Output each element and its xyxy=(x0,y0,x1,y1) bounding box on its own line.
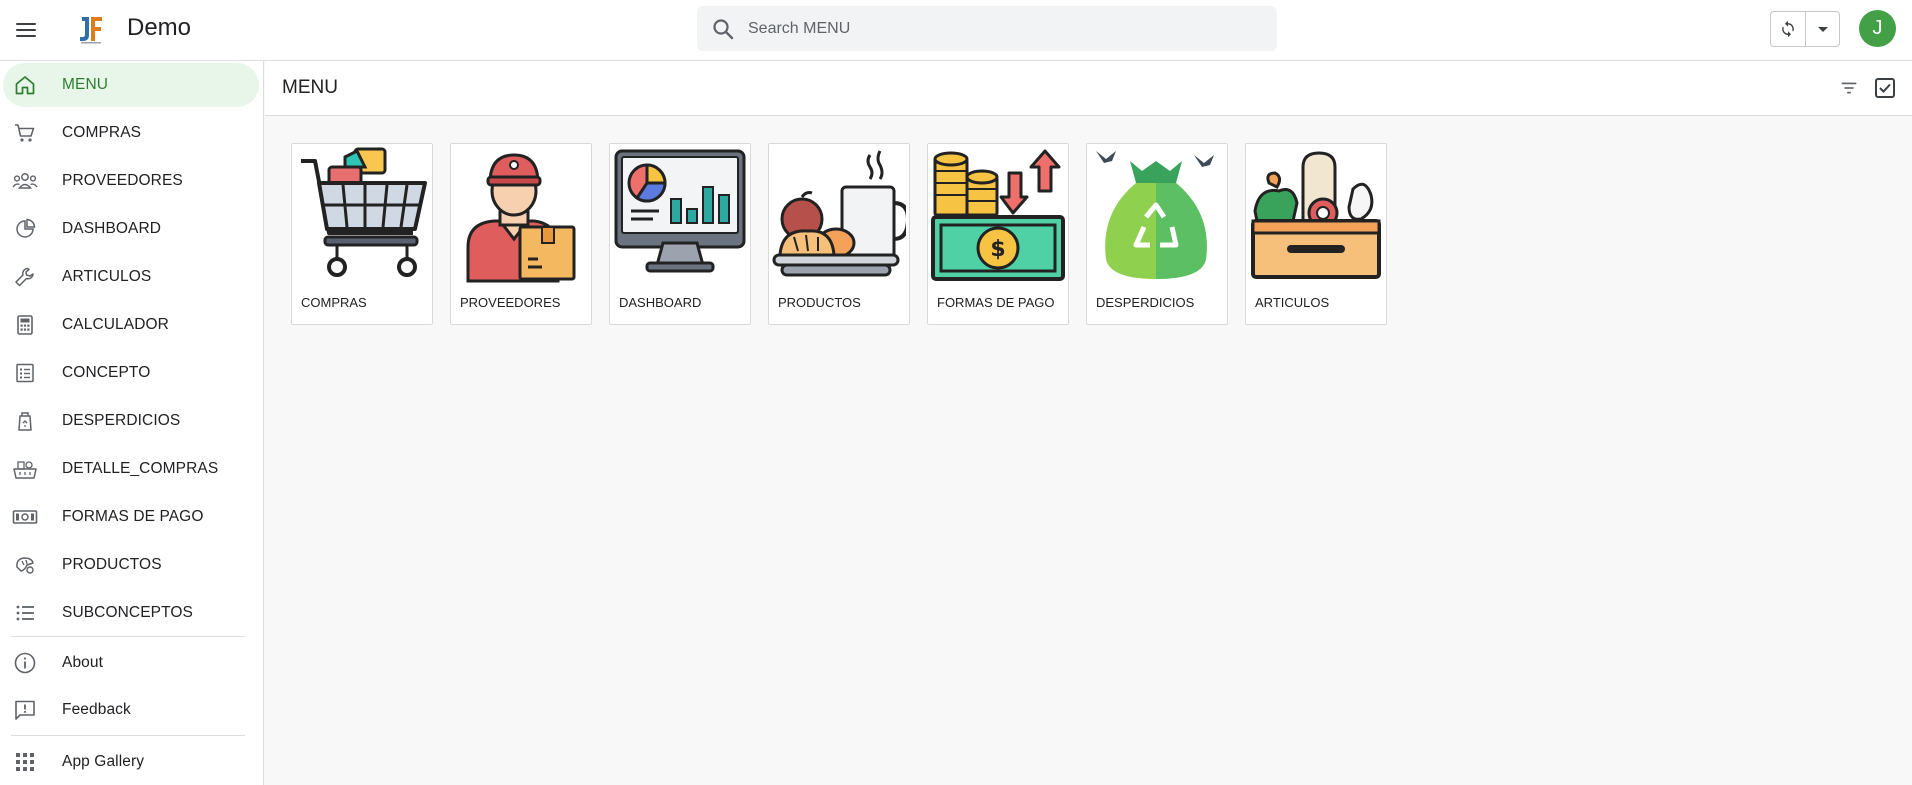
menu-card-proveedores[interactable]: PROVEEDORES xyxy=(450,143,592,325)
sidebar-divider xyxy=(11,735,245,736)
pie-chart-icon xyxy=(12,216,38,242)
app-title: Demo xyxy=(127,14,192,41)
sidebar-item-label: COMPRAS xyxy=(62,124,142,141)
sidebar-item-label: Feedback xyxy=(62,701,131,718)
delivery-person-icon xyxy=(466,153,576,283)
user-avatar[interactable]: J xyxy=(1859,10,1896,47)
sidebar-item-about[interactable]: About xyxy=(0,641,260,685)
apps-grid-icon xyxy=(12,749,38,775)
sidebar-item-concepto[interactable]: CONCEPTO xyxy=(0,351,260,395)
svg-text:$: $ xyxy=(990,237,1005,262)
menu-card-label: PROVEEDORES xyxy=(460,295,561,310)
list-box-icon xyxy=(12,360,38,386)
list-icon xyxy=(12,600,38,626)
info-icon xyxy=(12,650,38,676)
sidebar-item-label: CONCEPTO xyxy=(62,364,151,381)
menu-hamburger-icon[interactable] xyxy=(12,16,40,44)
menu-card-label: COMPRAS xyxy=(301,295,367,310)
sidebar-item-label: FORMAS DE PAGO xyxy=(62,508,204,525)
sidebar-item-app-gallery[interactable]: App Gallery xyxy=(0,740,260,784)
top-bar: Demo J xyxy=(0,0,1912,61)
sidebar-item-compras[interactable]: COMPRAS xyxy=(0,111,260,155)
sidebar-divider xyxy=(11,636,245,637)
sidebar-item-proveedores[interactable]: PROVEEDORES xyxy=(0,159,260,203)
sidebar-item-detalle-compras[interactable]: DETALLE_COMPRAS xyxy=(0,447,260,491)
sidebar-item-label: SUBCONCEPTOS xyxy=(62,604,193,621)
sidebar-item-subconceptos[interactable]: SUBCONCEPTOS xyxy=(0,591,260,635)
search-input[interactable] xyxy=(748,19,1248,38)
sidebar-item-label: CALCULADOR xyxy=(62,316,169,333)
sidebar: MENU COMPRAS PROVEEDORES DASHBOARD ARTIC… xyxy=(0,61,264,785)
sync-icon xyxy=(1782,20,1795,38)
sidebar-item-articulos[interactable]: ARTICULOS xyxy=(0,255,260,299)
sidebar-item-desperdicios[interactable]: DESPERDICIOS xyxy=(0,399,260,443)
monitor-dashboard-icon xyxy=(614,149,746,273)
feedback-icon xyxy=(12,697,38,723)
sidebar-item-label: About xyxy=(62,654,104,671)
menu-card-dashboard[interactable]: DASHBOARD xyxy=(609,143,751,325)
view-header: MENU xyxy=(265,61,1912,116)
search-icon xyxy=(713,18,734,39)
recycle-bag-icon xyxy=(1096,151,1214,279)
menu-card-formas-de-pago[interactable]: $ FORMAS DE PAGO xyxy=(927,143,1069,325)
cart-icon xyxy=(12,120,38,146)
sidebar-item-productos[interactable]: PRODUCTOS xyxy=(0,543,260,587)
chevron-down-icon xyxy=(1817,26,1828,32)
people-icon xyxy=(12,168,38,194)
menu-card-label: DASHBOARD xyxy=(619,295,702,310)
trash-bag-icon xyxy=(12,408,38,434)
home-icon xyxy=(12,72,38,98)
money-icon xyxy=(12,504,38,530)
menu-card-label: ARTICULOS xyxy=(1255,295,1330,310)
menu-card-label: FORMAS DE PAGO xyxy=(937,295,1055,310)
sync-dropdown-button[interactable] xyxy=(1806,12,1839,46)
sidebar-item-label: PRODUCTOS xyxy=(62,556,162,573)
sync-button-group xyxy=(1770,11,1840,47)
sidebar-item-label: DETALLE_COMPRAS xyxy=(62,460,219,477)
shopping-cart-icon xyxy=(301,147,427,277)
grocery-box-icon xyxy=(1251,151,1381,279)
sidebar-item-menu[interactable]: MENU xyxy=(3,63,259,107)
sync-button[interactable] xyxy=(1771,12,1807,46)
filter-icon[interactable] xyxy=(1838,77,1860,99)
food-products-icon xyxy=(772,150,906,277)
menu-card-productos[interactable]: PRODUCTOS xyxy=(768,143,910,325)
sidebar-item-label: App Gallery xyxy=(62,753,145,770)
sidebar-item-label: DESPERDICIOS xyxy=(62,412,181,429)
app-logo xyxy=(76,15,106,44)
menu-card-compras[interactable]: COMPRAS xyxy=(291,143,433,325)
sidebar-item-label: PROVEEDORES xyxy=(62,172,183,189)
menu-card-articulos[interactable]: ARTICULOS xyxy=(1245,143,1387,325)
sidebar-item-label: DASHBOARD xyxy=(62,220,162,237)
calculator-icon xyxy=(12,312,38,338)
payment-cash-icon: $ xyxy=(931,149,1065,281)
select-checkbox-icon[interactable] xyxy=(1873,76,1897,100)
bakery-icon xyxy=(12,552,38,578)
wrench-icon xyxy=(12,264,38,290)
menu-card-label: DESPERDICIOS xyxy=(1096,295,1195,310)
sidebar-item-dashboard[interactable]: DASHBOARD xyxy=(0,207,260,251)
sidebar-item-feedback[interactable]: Feedback xyxy=(0,688,260,732)
sidebar-item-calculador[interactable]: CALCULADOR xyxy=(0,303,260,347)
sidebar-item-label: ARTICULOS xyxy=(62,268,152,285)
sidebar-item-formas-de-pago[interactable]: FORMAS DE PAGO xyxy=(0,495,260,539)
menu-card-label: PRODUCTOS xyxy=(778,295,861,310)
main-content: MENU COMPRAS PROVEEDORES DASHBOARD PRODU… xyxy=(265,61,1912,785)
menu-card-desperdicios[interactable]: DESPERDICIOS xyxy=(1086,143,1228,325)
basket-icon xyxy=(12,456,38,482)
page-title: MENU xyxy=(282,77,338,98)
search-bar[interactable] xyxy=(697,6,1277,51)
sidebar-item-label: MENU xyxy=(62,76,109,93)
